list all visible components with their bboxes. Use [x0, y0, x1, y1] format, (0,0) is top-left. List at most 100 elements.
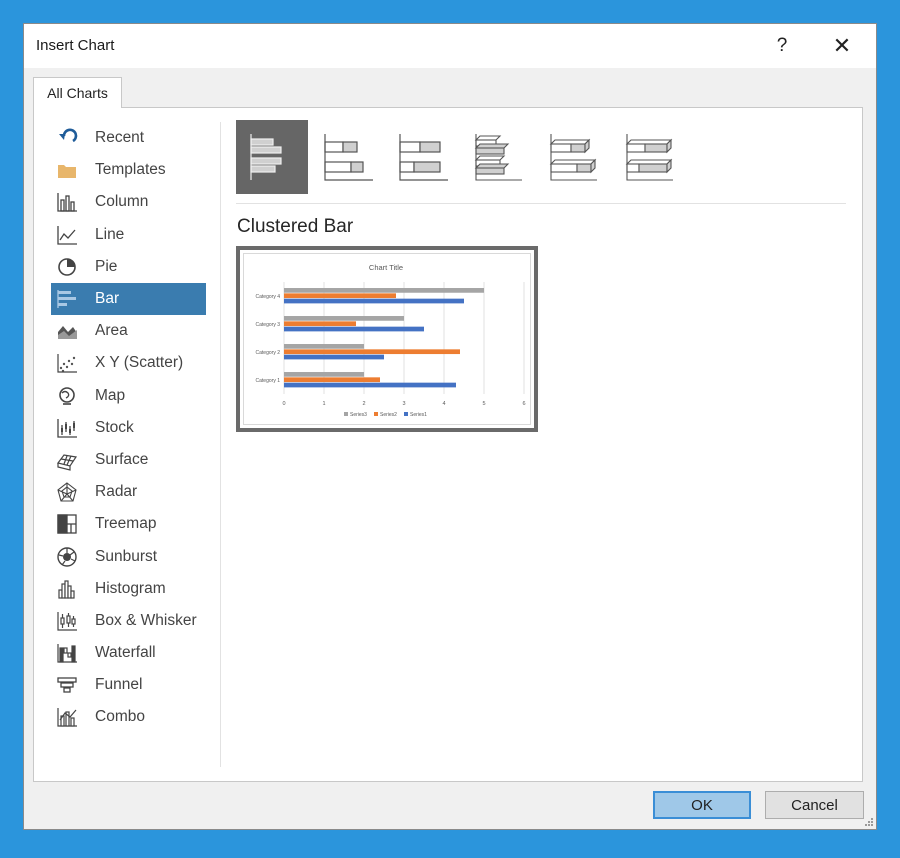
- x-tick-label: 2: [362, 401, 365, 407]
- bar-series3-category-2: [284, 344, 364, 349]
- funnel-chart-icon: [56, 674, 78, 696]
- sidebar-item-x-y-scatter[interactable]: X Y (Scatter): [51, 347, 206, 379]
- bar-series1-category-2: [284, 354, 384, 360]
- bar-series2-category-4: [284, 293, 396, 299]
- scatter-chart-icon: [56, 352, 78, 374]
- sidebar-item-column[interactable]: Column: [51, 186, 206, 218]
- close-button[interactable]: ✕: [820, 28, 864, 64]
- legend-swatch: [344, 412, 348, 416]
- stock-chart-icon: [56, 417, 78, 439]
- bar-chart-icon: [56, 288, 78, 310]
- sunburst-chart-icon: [56, 546, 78, 568]
- chart-category-list: Recent Templates Column Line Pie Bar Area X Y (…: [51, 122, 206, 734]
- bar-series3-category-3: [284, 316, 404, 321]
- tab-content: Recent Templates Column Line Pie Bar Area X Y (…: [33, 107, 863, 782]
- insert-chart-dialog: Insert Chart ? ✕ All Charts Recent Templa…: [23, 23, 877, 830]
- sidebar-item-combo[interactable]: Combo: [51, 701, 206, 733]
- bar-series1-category-1: [284, 382, 456, 388]
- sidebar-item-surface[interactable]: Surface: [51, 444, 206, 476]
- map-chart-icon: [56, 385, 78, 407]
- sidebar-item-label: Recent: [95, 129, 145, 147]
- bar-series1-category-4: [284, 298, 464, 304]
- sidebar-item-treemap[interactable]: Treemap: [51, 508, 206, 540]
- subtype-title: Clustered Bar: [237, 216, 354, 237]
- sidebar-item-label: Area: [95, 322, 128, 340]
- sidebar-item-waterfall[interactable]: Waterfall: [51, 637, 206, 669]
- subtype-100-stacked-bar[interactable]: [387, 120, 459, 194]
- sidebar-item-line[interactable]: Line: [51, 219, 206, 251]
- sidebar-item-bar[interactable]: Bar: [51, 282, 206, 316]
- 100-stacked-bar-icon: [399, 134, 448, 181]
- histogram-chart-icon: [56, 578, 78, 600]
- category-label: Category 1: [256, 378, 281, 384]
- sidebar-item-recent[interactable]: Recent: [51, 122, 206, 154]
- line-chart-icon: [56, 224, 78, 246]
- subtype-3d-100-stacked-bar[interactable]: [614, 120, 686, 194]
- 3d-100-stacked-bar-icon: [625, 134, 673, 181]
- sidebar-item-label: Histogram: [95, 579, 166, 597]
- sidebar-item-label: Templates: [95, 161, 166, 179]
- subtype-stacked-bar[interactable]: [312, 120, 384, 194]
- dialog-title: Insert Chart: [36, 37, 115, 54]
- cancel-button[interactable]: Cancel: [765, 791, 864, 819]
- sidebar-item-radar[interactable]: Radar: [51, 476, 206, 508]
- subtype-3d-stacked-bar[interactable]: [538, 120, 610, 194]
- category-label: Category 2: [256, 350, 281, 356]
- sidebar-item-label: Line: [95, 225, 125, 243]
- x-tick-label: 4: [442, 401, 445, 407]
- chart-preview-area: Chart Title 0 1 2 3 4 5 6 Category 1 Category 2 Ca…: [243, 253, 531, 425]
- recent-icon: [56, 127, 78, 149]
- gallery-divider: [236, 203, 846, 204]
- sidebar-item-histogram[interactable]: Histogram: [51, 573, 206, 605]
- area-chart-icon: [56, 320, 78, 342]
- sidebar-item-sunburst[interactable]: Sunburst: [51, 540, 206, 572]
- x-tick-label: 0: [282, 401, 285, 407]
- ok-button[interactable]: OK: [653, 791, 751, 819]
- 3d-stacked-bar-icon: [549, 134, 597, 181]
- legend-label: Series3: [350, 412, 367, 418]
- sidebar-item-label: Pie: [95, 257, 118, 275]
- sidebar-item-label: Box & Whisker: [95, 611, 197, 629]
- sidebar-item-box-whisker[interactable]: Box & Whisker: [51, 605, 206, 637]
- resize-grip-icon[interactable]: [864, 817, 874, 827]
- sidebar-item-label: Stock: [95, 418, 134, 436]
- title-bar: Insert Chart ? ✕: [24, 24, 876, 68]
- bar-series2-category-3: [284, 321, 356, 327]
- sidebar-item-funnel[interactable]: Funnel: [51, 669, 206, 701]
- sidebar-item-label: Column: [95, 193, 149, 211]
- help-button[interactable]: ?: [760, 28, 804, 64]
- surface-chart-icon: [56, 449, 78, 471]
- sidebar-item-label: Sunburst: [95, 547, 158, 565]
- bar-series3-category-4: [284, 288, 484, 293]
- chart-preview-svg: Chart Title 0 1 2 3 4 5 6 Category 1 Category 2 Ca…: [256, 263, 526, 418]
- legend-swatch: [374, 412, 378, 416]
- box-whisker-chart-icon: [56, 610, 78, 632]
- x-tick-label: 3: [402, 401, 405, 407]
- sidebar-item-area[interactable]: Area: [51, 315, 206, 347]
- subtype-clustered-bar[interactable]: [236, 120, 308, 194]
- templates-icon: [56, 159, 78, 181]
- sidebar-item-label: Bar: [95, 290, 120, 308]
- subtype-3d-clustered-bar[interactable]: [463, 120, 535, 194]
- x-tick-label: 6: [522, 401, 525, 407]
- chart-preview[interactable]: Chart Title 0 1 2 3 4 5 6 Category 1 Category 2 Ca…: [236, 246, 538, 432]
- chart-subtype-gallery: [236, 120, 696, 196]
- chart-title: Chart Title: [369, 263, 403, 272]
- sidebar-item-label: Treemap: [95, 515, 157, 533]
- sidebar-item-stock[interactable]: Stock: [51, 412, 206, 444]
- sidebar-item-map[interactable]: Map: [51, 380, 206, 412]
- sidebar-item-label: Combo: [95, 708, 145, 726]
- x-tick-label: 5: [482, 401, 485, 407]
- sidebar-item-pie[interactable]: Pie: [51, 251, 206, 283]
- treemap-chart-icon: [56, 513, 78, 535]
- sidebar-divider: [220, 122, 221, 767]
- sidebar-item-label: X Y (Scatter): [95, 354, 184, 372]
- sidebar-item-label: Map: [95, 386, 126, 404]
- tab-all-charts[interactable]: All Charts: [33, 77, 122, 108]
- stacked-bar-icon: [323, 134, 373, 181]
- sidebar-item-templates[interactable]: Templates: [51, 154, 206, 186]
- sidebar-item-label: Radar: [95, 483, 138, 501]
- category-label: Category 3: [256, 322, 281, 328]
- legend-label: Series1: [410, 412, 427, 418]
- clustered-bar-icon: [250, 134, 282, 180]
